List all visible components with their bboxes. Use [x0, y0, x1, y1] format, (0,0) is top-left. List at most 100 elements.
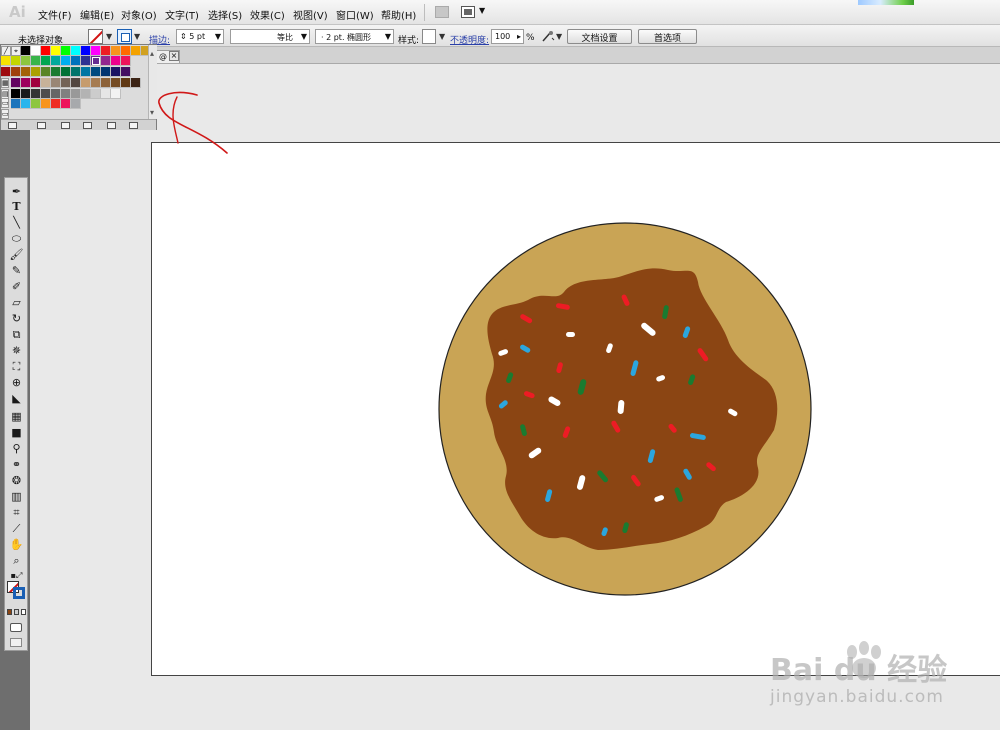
live-paint-tool-icon[interactable]: ◣ — [8, 391, 25, 406]
recolor-artwork-icon[interactable] — [541, 30, 555, 43]
menu-edit[interactable]: 编辑(E) — [80, 7, 114, 22]
color-swatch[interactable] — [81, 89, 91, 99]
color-swatch[interactable] — [71, 78, 81, 88]
scale-tool-icon[interactable]: ⧉ — [8, 327, 25, 342]
new-color-group-icon[interactable] — [83, 122, 92, 129]
color-swatch[interactable] — [41, 78, 51, 88]
gradient-tool-icon[interactable]: ■ — [8, 425, 25, 440]
shape-builder-tool-icon[interactable]: ⊕ — [8, 375, 25, 390]
color-swatch[interactable] — [31, 67, 41, 77]
color-swatch[interactable] — [41, 46, 51, 56]
color-swatch[interactable] — [81, 56, 91, 66]
artboard-tool-icon[interactable]: ⌗ — [8, 505, 25, 520]
color-swatch[interactable] — [131, 78, 141, 88]
color-swatch[interactable] — [61, 89, 71, 99]
color-swatch[interactable] — [91, 67, 101, 77]
color-swatch[interactable] — [41, 67, 51, 77]
color-swatch[interactable] — [61, 78, 71, 88]
stepper-icon[interactable]: ⇕ — [180, 32, 189, 41]
chevron-down-icon[interactable]: ▼ — [106, 32, 112, 41]
chevron-down-icon[interactable]: ▼ — [301, 32, 307, 41]
color-swatch[interactable] — [51, 78, 61, 88]
none-swatch-icon[interactable]: ╱ — [1, 46, 11, 56]
blend-tool-icon[interactable]: ⚭ — [8, 457, 25, 472]
menu-help[interactable]: 帮助(H) — [381, 7, 416, 22]
color-swatch[interactable] — [91, 78, 101, 88]
menu-select[interactable]: 选择(S) — [208, 7, 242, 22]
chevron-down-icon[interactable]: ▼ — [385, 32, 391, 41]
color-swatch[interactable] — [121, 67, 131, 77]
line-tool-icon[interactable]: ╲ — [8, 215, 25, 230]
color-swatch[interactable] — [61, 67, 71, 77]
pencil-tool-icon[interactable]: ✎ — [8, 263, 25, 278]
color-swatch[interactable] — [31, 89, 41, 99]
menu-view[interactable]: 视图(V) — [293, 7, 328, 22]
delete-swatch-icon[interactable] — [129, 122, 138, 129]
gradient-mode-icon[interactable] — [14, 609, 19, 615]
screen-mode-icon[interactable] — [10, 623, 22, 632]
swatch-options-icon[interactable] — [61, 122, 70, 129]
color-swatch[interactable] — [1, 67, 11, 77]
color-swatch[interactable] — [111, 56, 121, 66]
eraser-tool-icon[interactable]: ▱ — [8, 295, 25, 310]
color-swatch[interactable] — [31, 46, 41, 56]
color-swatch[interactable] — [41, 89, 51, 99]
stroke-weight-field[interactable]: ⇕ 5 pt ▼ — [176, 29, 224, 44]
perspective-grid-tool-icon[interactable]: ▦ — [8, 409, 25, 424]
chevron-down-icon[interactable]: ▼ — [134, 32, 140, 41]
color-swatch[interactable] — [71, 89, 81, 99]
color-swatch[interactable] — [61, 99, 71, 109]
donut-artwork[interactable] — [436, 220, 814, 598]
menu-object[interactable]: 对象(O) — [121, 7, 157, 22]
color-swatch[interactable] — [91, 46, 101, 56]
pattern-swatch-icon[interactable]: ▦ — [1, 78, 9, 88]
color-swatch[interactable] — [71, 56, 81, 66]
color-swatch[interactable] — [71, 46, 81, 56]
document-setup-button[interactable]: 文档设置 — [567, 29, 632, 44]
chevron-down-icon[interactable]: ▼ — [556, 32, 562, 41]
menu-effect[interactable]: 效果(C) — [250, 7, 285, 22]
color-swatch[interactable] — [51, 67, 61, 77]
color-swatch[interactable] — [101, 46, 111, 56]
chevron-down-icon[interactable]: ▼ — [439, 32, 445, 41]
color-swatch[interactable] — [11, 89, 21, 99]
color-swatch[interactable] — [101, 78, 111, 88]
color-mode-icon[interactable] — [7, 609, 12, 615]
color-swatch[interactable] — [21, 89, 31, 99]
opacity-field[interactable]: 100 ▸ — [491, 29, 524, 44]
bridge-icon[interactable] — [435, 6, 449, 18]
color-swatch[interactable] — [31, 78, 41, 88]
color-swatch[interactable] — [21, 56, 31, 66]
color-swatch[interactable] — [41, 56, 51, 66]
chevron-right-icon[interactable]: ▸ — [517, 32, 521, 41]
color-swatch[interactable] — [61, 46, 71, 56]
color-swatch[interactable] — [111, 89, 121, 99]
menu-window[interactable]: 窗口(W) — [336, 7, 374, 22]
color-swatch[interactable] — [21, 46, 31, 56]
registration-swatch-icon[interactable]: ⌖ — [11, 46, 21, 56]
color-swatch[interactable] — [21, 67, 31, 77]
swatch-library-icon[interactable] — [8, 122, 17, 129]
color-swatch[interactable] — [11, 56, 21, 66]
paintbrush-tool-icon[interactable]: 🖌 — [8, 247, 25, 262]
close-icon[interactable]: × — [169, 51, 179, 61]
color-swatch[interactable] — [51, 89, 61, 99]
color-swatch[interactable] — [31, 99, 41, 109]
symbol-sprayer-tool-icon[interactable]: ❂ — [8, 473, 25, 488]
color-swatch[interactable] — [21, 78, 31, 88]
column-graph-tool-icon[interactable]: ▥ — [8, 489, 25, 504]
menu-type[interactable]: 文字(T) — [165, 7, 199, 22]
draw-mode-icon[interactable] — [10, 638, 22, 647]
color-swatch[interactable] — [81, 46, 91, 56]
color-swatch[interactable] — [111, 46, 121, 56]
color-swatch[interactable] — [21, 99, 31, 109]
stroke-indicator[interactable] — [13, 587, 25, 599]
color-swatch[interactable] — [61, 56, 71, 66]
warp-tool-icon[interactable]: ✵ — [8, 343, 25, 358]
opacity-label-link[interactable]: 不透明度: — [450, 36, 489, 46]
color-swatch[interactable] — [11, 78, 21, 88]
color-swatch[interactable] — [51, 99, 61, 109]
color-swatch[interactable] — [101, 67, 111, 77]
color-swatch[interactable] — [121, 78, 131, 88]
eyedropper-tool-icon[interactable]: ⚲ — [8, 441, 25, 456]
